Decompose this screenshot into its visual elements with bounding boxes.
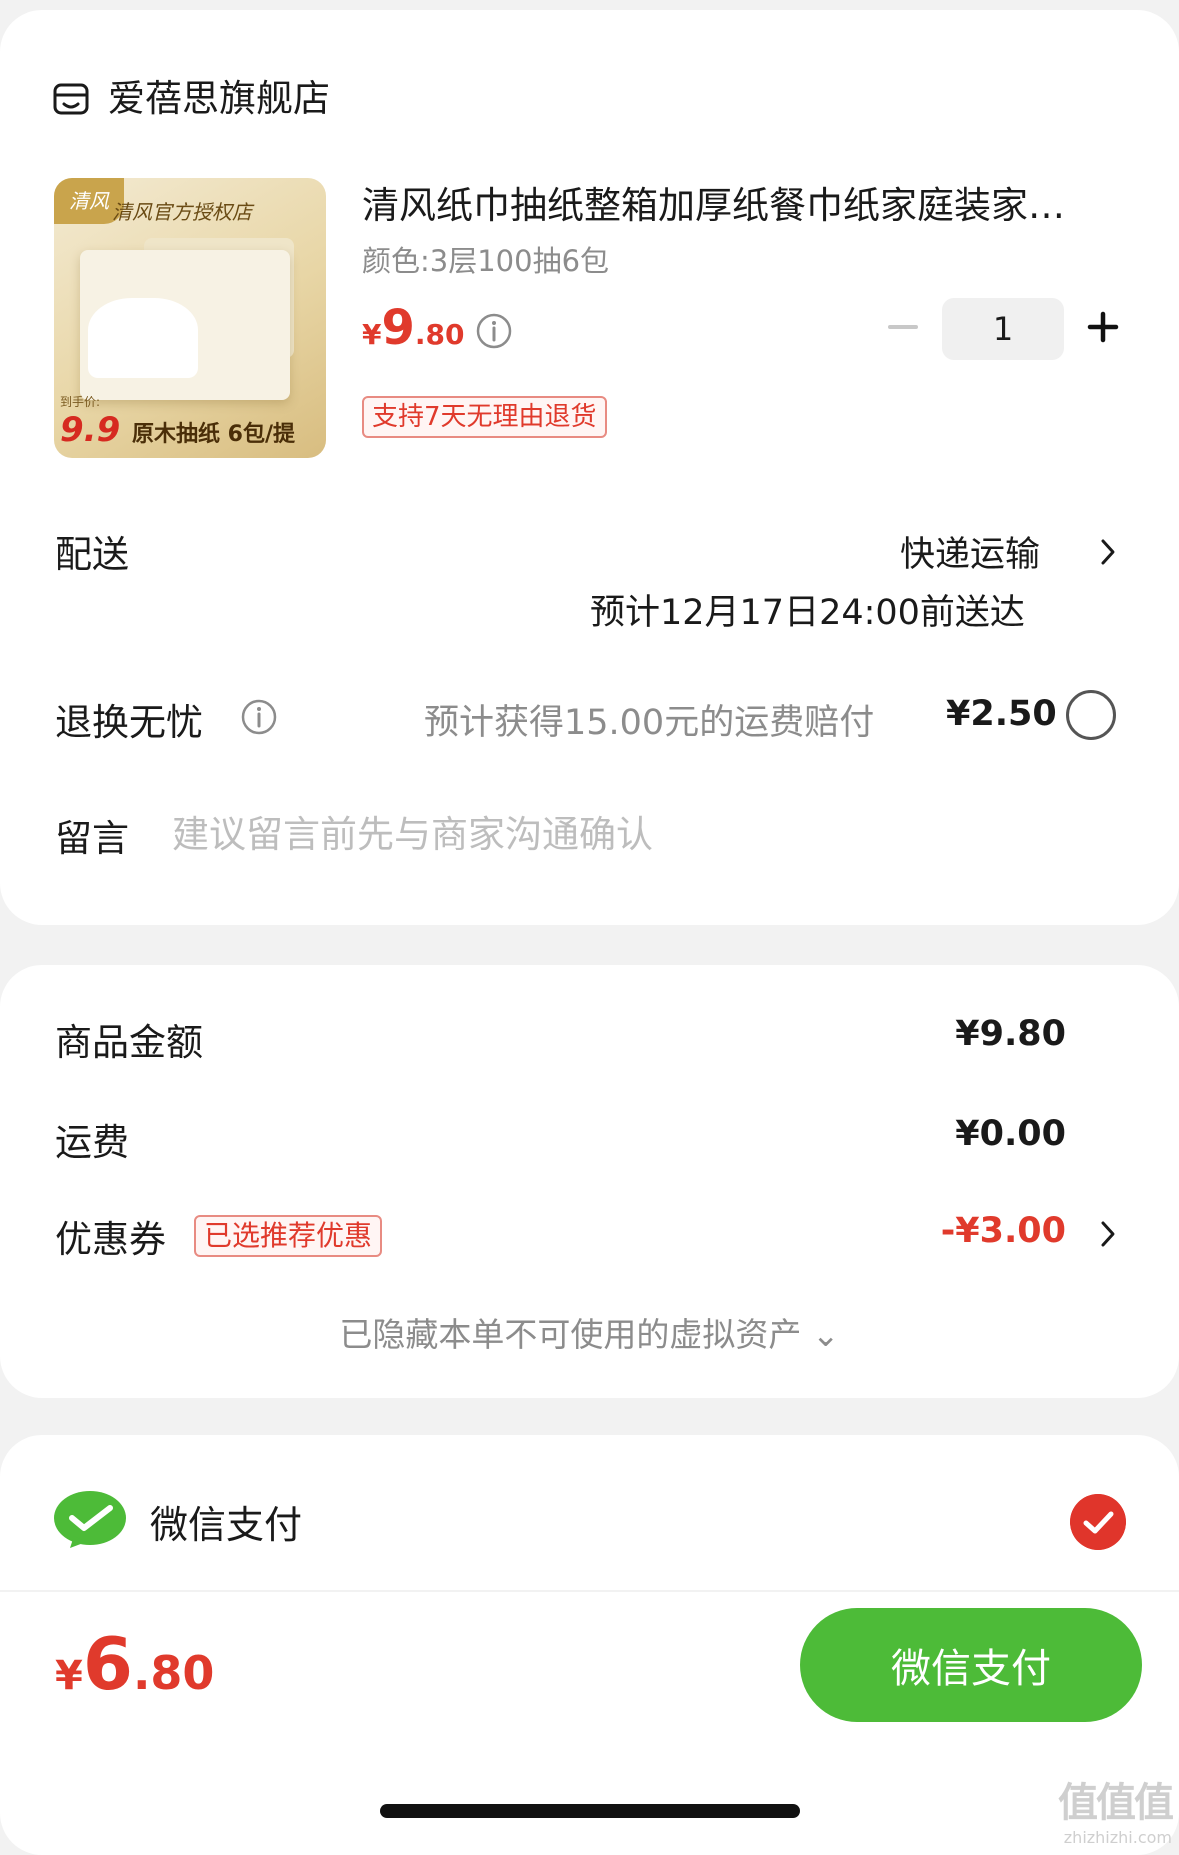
message-label: 留言 (55, 817, 129, 860)
wechat-pay-button[interactable]: 微信支付 (800, 1608, 1142, 1722)
return-insurance-price: ¥2.50 (946, 694, 1057, 734)
price-currency: ¥ (362, 318, 382, 351)
hidden-assets-toggle[interactable]: 已隐藏本单不可使用的虚拟资产 ⌄ (0, 1308, 1179, 1356)
divider (0, 1590, 1179, 1592)
goods-amount-label: 商品金额 (55, 1021, 203, 1064)
thumb-price: 9.9 (60, 410, 121, 450)
total-price: ¥6.80 (55, 1622, 214, 1706)
product-spec[interactable]: 颜色:3层100抽6包 (362, 238, 609, 280)
coupon-value[interactable]: -¥3.00 (941, 1211, 1066, 1251)
watermark: 值值值 zhizhizhi.com (1030, 1770, 1174, 1847)
wechat-pay-icon (54, 1491, 126, 1548)
home-indicator[interactable] (380, 1804, 800, 1818)
return-insurance-desc: 预计获得15.00元的运费赔付 (424, 703, 875, 743)
product-title[interactable]: 清风纸巾抽纸整箱加厚纸餐巾纸家庭装家… (362, 180, 1122, 232)
chevron-right-icon[interactable] (1100, 538, 1116, 566)
delivery-eta: 预计12月17日24:00前送达 (590, 593, 1025, 633)
return-policy-badge: 支持7天无理由退货 (362, 396, 607, 438)
plus-icon[interactable] (1086, 310, 1120, 344)
price-decimal: .80 (414, 318, 465, 351)
message-input[interactable] (172, 806, 1092, 862)
info-icon[interactable] (475, 312, 513, 350)
total-integer: 6 (82, 1622, 133, 1706)
quantity-stepper[interactable]: 1 (942, 298, 1064, 360)
total-currency: ¥ (55, 1653, 83, 1699)
thumb-price-caption: 到手价: (60, 395, 101, 409)
total-decimal: .80 (132, 1646, 215, 1700)
chevron-right-icon[interactable] (1100, 1220, 1116, 1248)
shipping-value: ¥0.00 (955, 1114, 1066, 1154)
order-card (0, 10, 1179, 925)
info-icon[interactable] (240, 698, 278, 736)
product-price: ¥9.80 (362, 300, 465, 356)
check-icon[interactable] (1070, 1494, 1126, 1550)
watermark-logo: 值值值 (1058, 1780, 1174, 1826)
return-insurance-radio[interactable] (1066, 690, 1116, 740)
thumb-description: 原木抽纸 6包/提 (132, 422, 296, 447)
delivery-label: 配送 (55, 533, 129, 576)
watermark-url: zhizhizhi.com (1063, 1828, 1172, 1847)
coupon-label: 优惠券 (55, 1218, 166, 1261)
coupon-tag: 已选推荐优惠 (194, 1215, 383, 1257)
payment-method-label[interactable]: 微信支付 (150, 1494, 302, 1549)
shipping-label: 运费 (55, 1121, 129, 1164)
minus-icon[interactable] (886, 310, 920, 344)
product-thumbnail[interactable]: 清风 清风官方授权店 到手价: 9.9 原木抽纸 6包/提 (54, 178, 326, 458)
thumb-tissue (88, 298, 198, 378)
return-insurance-label: 退换无忧 (55, 701, 203, 744)
thumb-store-title: 清风官方授权店 (112, 200, 252, 224)
delivery-method[interactable]: 快递运输 (900, 526, 1040, 577)
goods-amount-value: ¥9.80 (955, 1014, 1066, 1054)
store-icon (53, 83, 89, 115)
price-integer: 9 (381, 300, 415, 356)
store-name[interactable]: 爱蓓思旗舰店 (108, 74, 330, 124)
